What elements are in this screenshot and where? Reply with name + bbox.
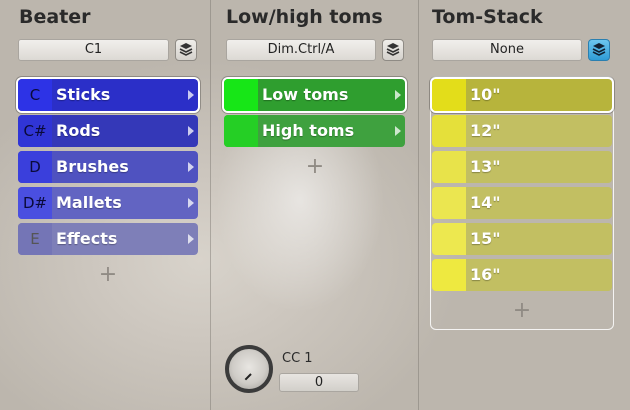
beater-item-label: Rods [56,121,101,140]
chevron-right-icon [188,162,194,172]
stack-item-5[interactable]: 16" [432,259,612,291]
stack-item-key [432,151,466,183]
stack-item-4[interactable]: 15" [432,223,612,255]
beater-item-key: C# [18,115,52,147]
beater-item-2[interactable]: D Brushes [18,151,198,183]
stack-item-label: 14" [470,193,501,212]
beater-add-button[interactable]: + [98,262,118,287]
toms-item-label: High toms [262,121,355,140]
stack-item-key [432,187,466,219]
beater-item-key: D [18,151,52,183]
toms-item-0[interactable]: Low toms [224,79,405,111]
stack-title: Tom-Stack [432,6,543,28]
cc-label: CC 1 [282,351,313,366]
toms-layers-button[interactable] [382,39,404,61]
beater-item-3[interactable]: D# Mallets [18,187,198,219]
beater-item-key: E [18,223,52,255]
beater-item-4[interactable]: E Effects [18,223,198,255]
stack-item-key [432,115,466,147]
stack-item-key [432,79,466,111]
layers-icon [179,41,193,60]
chevron-right-icon [188,90,194,100]
beater-item-label: Mallets [56,193,122,212]
beater-item-label: Effects [56,229,118,248]
toms-item-1[interactable]: High toms [224,115,405,147]
layers-icon [386,41,400,60]
toms-item-key [224,115,258,147]
toms-item-label: Low toms [262,85,349,104]
beater-item-key: C [18,79,52,111]
chevron-right-icon [395,90,401,100]
beater-item-label: Sticks [56,85,111,104]
stack-item-label: 15" [470,229,501,248]
toms-title: Low/high toms [226,6,383,28]
knob-indicator [244,373,252,381]
beater-title: Beater [19,6,91,28]
stack-add-button[interactable]: + [512,298,532,323]
column-divider-2 [418,0,419,410]
beater-item-0[interactable]: C Sticks [18,79,198,111]
beater-layers-button[interactable] [175,39,197,61]
stack-item-key [432,223,466,255]
stack-item-label: 12" [470,121,501,140]
stack-item-label: 10" [470,85,501,104]
column-divider-1 [210,0,211,410]
stack-item-key [432,259,466,291]
plus-icon: + [98,262,118,287]
chevron-right-icon [395,126,401,136]
beater-item-key: D# [18,187,52,219]
beater-selector[interactable]: C1 [18,39,169,61]
stack-item-label: 13" [470,157,501,176]
plus-icon: + [512,298,532,323]
chevron-right-icon [188,198,194,208]
plus-icon: + [305,154,325,179]
toms-add-button[interactable]: + [305,154,325,179]
stack-item-label: 16" [470,265,501,284]
stack-item-1[interactable]: 12" [432,115,612,147]
beater-item-label: Brushes [56,157,129,176]
chevron-right-icon [188,126,194,136]
toms-selector[interactable]: Dim.Ctrl/A [226,39,376,61]
stack-item-2[interactable]: 13" [432,151,612,183]
stack-item-0[interactable]: 10" [432,79,612,111]
layers-icon [592,41,606,60]
stack-selector[interactable]: None [432,39,582,61]
cc-value-field[interactable]: 0 [279,373,359,392]
stack-item-3[interactable]: 14" [432,187,612,219]
beater-item-1[interactable]: C# Rods [18,115,198,147]
chevron-right-icon [188,234,194,244]
toms-item-key [224,79,258,111]
cc-knob[interactable] [225,345,273,393]
stack-layers-button[interactable] [588,39,610,61]
